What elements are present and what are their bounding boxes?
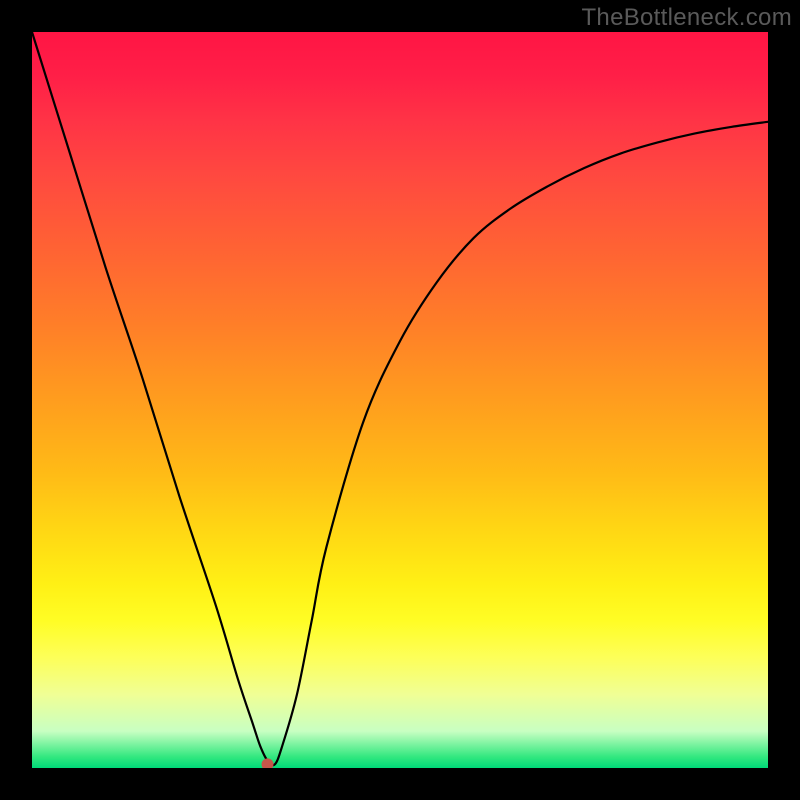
chart-container: TheBottleneck.com xyxy=(0,0,800,800)
curve-svg xyxy=(32,32,768,768)
watermark-label: TheBottleneck.com xyxy=(581,4,792,32)
optimum-marker xyxy=(262,758,274,768)
plot-area xyxy=(32,32,768,768)
bottleneck-curve xyxy=(32,32,768,765)
